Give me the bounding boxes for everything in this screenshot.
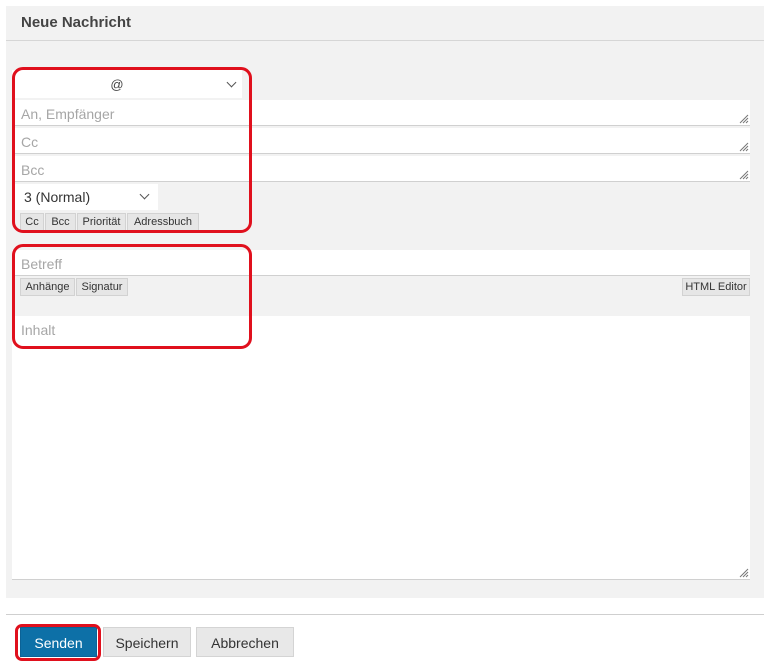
divider <box>6 614 764 615</box>
bcc-placeholder: Bcc <box>21 162 45 178</box>
priority-button[interactable]: Priorität <box>77 213 126 231</box>
to-placeholder: An, Empfänger <box>21 106 115 122</box>
resize-handle-icon[interactable] <box>737 112 749 124</box>
chevron-down-icon <box>139 189 150 200</box>
priority-select[interactable]: 3 (Normal) <box>12 184 158 210</box>
save-button[interactable]: Speichern <box>103 627 191 657</box>
resize-handle-icon[interactable] <box>737 566 749 578</box>
cc-placeholder: Cc <box>21 134 39 150</box>
resize-handle-icon[interactable] <box>737 168 749 180</box>
signature-button[interactable]: Signatur <box>76 278 128 296</box>
to-field[interactable]: An, Empfänger <box>12 100 750 126</box>
panel-header: Neue Nachricht <box>6 6 764 41</box>
bcc-field[interactable]: Bcc <box>12 156 750 182</box>
from-select[interactable]: @ <box>12 70 242 98</box>
html-editor-button[interactable]: HTML Editor <box>682 278 750 296</box>
attachments-button[interactable]: Anhänge <box>20 278 75 296</box>
cancel-button[interactable]: Abbrechen <box>196 627 294 657</box>
address-book-button[interactable]: Adressbuch <box>127 213 199 231</box>
subject-field[interactable]: Betreff <box>12 250 750 276</box>
subject-placeholder: Betreff <box>21 256 62 272</box>
body-textarea[interactable]: Inhalt <box>12 316 750 580</box>
priority-value: 3 (Normal) <box>24 189 91 205</box>
chevron-down-icon <box>226 77 237 88</box>
resize-handle-icon[interactable] <box>737 140 749 152</box>
from-value: @ <box>110 77 124 92</box>
send-button[interactable]: Senden <box>20 627 97 657</box>
page-title: Neue Nachricht <box>21 14 132 31</box>
bcc-button[interactable]: Bcc <box>45 213 76 231</box>
body-placeholder: Inhalt <box>21 322 56 338</box>
cc-field[interactable]: Cc <box>12 128 750 154</box>
cc-button[interactable]: Cc <box>20 213 44 231</box>
